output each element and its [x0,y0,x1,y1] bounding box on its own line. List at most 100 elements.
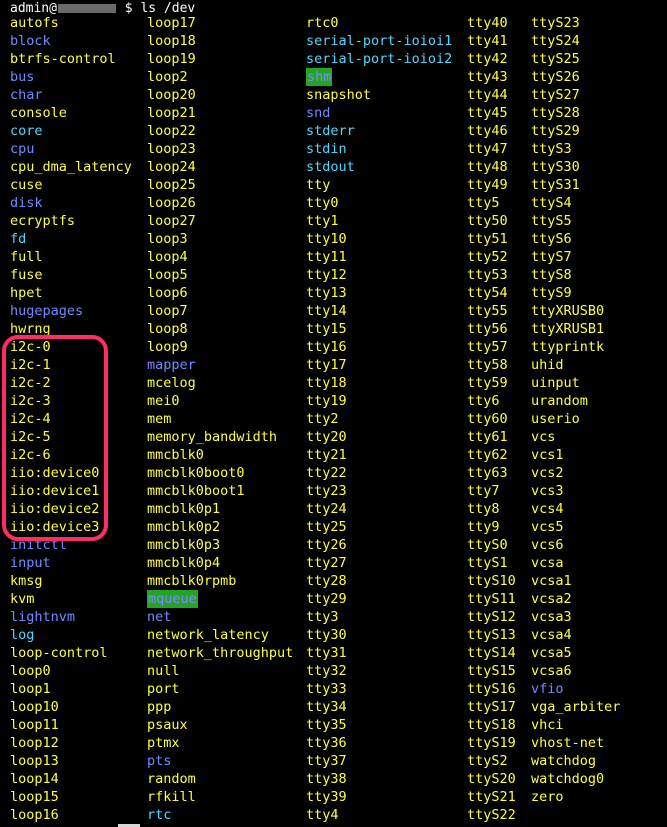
file-entry: ttyS14 [467,645,516,661]
file-entry: tty32 [306,663,347,679]
file-entry: tty49 [467,177,508,193]
file-entry: userio [531,411,580,427]
file-entry: ttyS18 [467,717,516,733]
file-entry: vcsa5 [531,645,572,661]
file-entry: stdout [306,159,355,175]
file-entry: port [147,681,180,697]
file-entry: tty18 [306,375,347,391]
file-entry: loop9 [147,339,188,355]
file-entry: char [10,87,43,103]
file-entry: kmsg [10,573,43,589]
file-entry: tty55 [467,303,508,319]
file-entry: tty29 [306,591,347,607]
file-entry: tty47 [467,141,508,157]
file-entry: loop20 [147,87,196,103]
file-entry: network_latency [147,627,269,643]
file-entry: tty10 [306,231,347,247]
file-entry: loop-control [10,645,108,661]
file-entry: loop12 [10,735,59,751]
file-entry: block [10,33,51,49]
file-entry: input [10,555,51,571]
file-entry: ttyS5 [531,213,572,229]
file-entry: mqueue [147,590,198,608]
file-entry: tty46 [467,123,508,139]
file-entry: tty23 [306,483,347,499]
file-entry: disk [10,195,43,211]
file-entry: zero [531,789,564,805]
file-entry: ttyS15 [467,663,516,679]
file-entry: loop14 [10,771,59,787]
file-entry: vcsa3 [531,609,572,625]
file-entry: loop0 [10,663,51,679]
file-entry: btrfs-control [10,51,116,67]
file-entry: tty17 [306,357,347,373]
file-entry: tty22 [306,465,347,481]
file-entry: tty26 [306,537,347,553]
file-entry: mem [147,411,172,427]
file-entry: mmcblk0rpmb [147,573,237,589]
file-entry: loop7 [147,303,188,319]
file-entry: vcs2 [531,465,564,481]
file-entry: tty11 [306,249,347,265]
file-entry: tty2 [306,411,339,427]
file-entry: tty45 [467,105,508,121]
file-entry: vcs3 [531,483,564,499]
file-entry: ttyXRUSB0 [531,303,605,319]
file-entry: tty12 [306,267,347,283]
file-entry: tty44 [467,87,508,103]
terminal-window[interactable]: admin@ $ ls /dev autofs block btrfs-contro… [0,0,667,827]
file-entry: loop15 [10,789,59,805]
file-entry: mcelog [147,375,196,391]
file-entry: mmcblk0p2 [147,519,221,535]
file-entry: ttyS25 [531,51,580,67]
file-entry: ttyS8 [531,267,572,283]
file-entry: tty28 [306,573,347,589]
file-entry: vfio [531,681,564,697]
file-entry: tty25 [306,519,347,535]
file-entry: ttyS0 [467,537,508,553]
file-entry: ttyS1 [467,555,508,571]
file-entry: net [147,609,172,625]
file-entry: tty30 [306,627,347,643]
file-entry: fuse [10,267,43,283]
file-entry: watchdog [531,753,597,769]
file-entry: ttyS31 [531,177,580,193]
file-entry: cpu_dma_latency [10,159,132,175]
file-entry: uhid [531,357,564,373]
file-entry: tty54 [467,285,508,301]
file-entry: tty42 [467,51,508,67]
file-entry: ttyS28 [531,105,580,121]
file-entry: ttyS24 [531,33,580,49]
file-entry: ttyS4 [531,195,572,211]
file-entry: loop19 [147,51,196,67]
file-entry: stdin [306,141,347,157]
file-entry: ttyS26 [531,69,580,85]
file-entry: tty51 [467,231,508,247]
file-entry: ttyS7 [531,249,572,265]
file-entry: mmcblk0p4 [147,555,221,571]
file-entry: tty5 [467,195,500,211]
file-entry: tty52 [467,249,508,265]
file-entry: tty36 [306,735,347,751]
file-entry: loop8 [147,321,188,337]
file-entry: stderr [306,123,355,139]
file-entry: ttyS11 [467,591,516,607]
file-entry: ttyS12 [467,609,516,625]
prompt-suffix: $ [116,1,141,16]
file-entry: ttyS6 [531,231,572,247]
file-entry: mmcblk0boot0 [147,465,245,481]
file-entry: vcsa1 [531,573,572,589]
file-entry: tty57 [467,339,508,355]
file-entry: vcs4 [531,501,564,517]
file-entry: tty40 [467,15,508,31]
file-entry: urandom [531,393,588,409]
file-entry: loop18 [147,33,196,49]
file-entry: tty13 [306,285,347,301]
file-entry: tty15 [306,321,347,337]
file-entry: tty19 [306,393,347,409]
file-entry: snd [306,105,331,121]
file-entry: loop2 [147,69,188,85]
annotation-highlight-box [2,335,108,541]
file-entry: full [10,249,43,265]
file-entry: cpu [10,141,35,157]
